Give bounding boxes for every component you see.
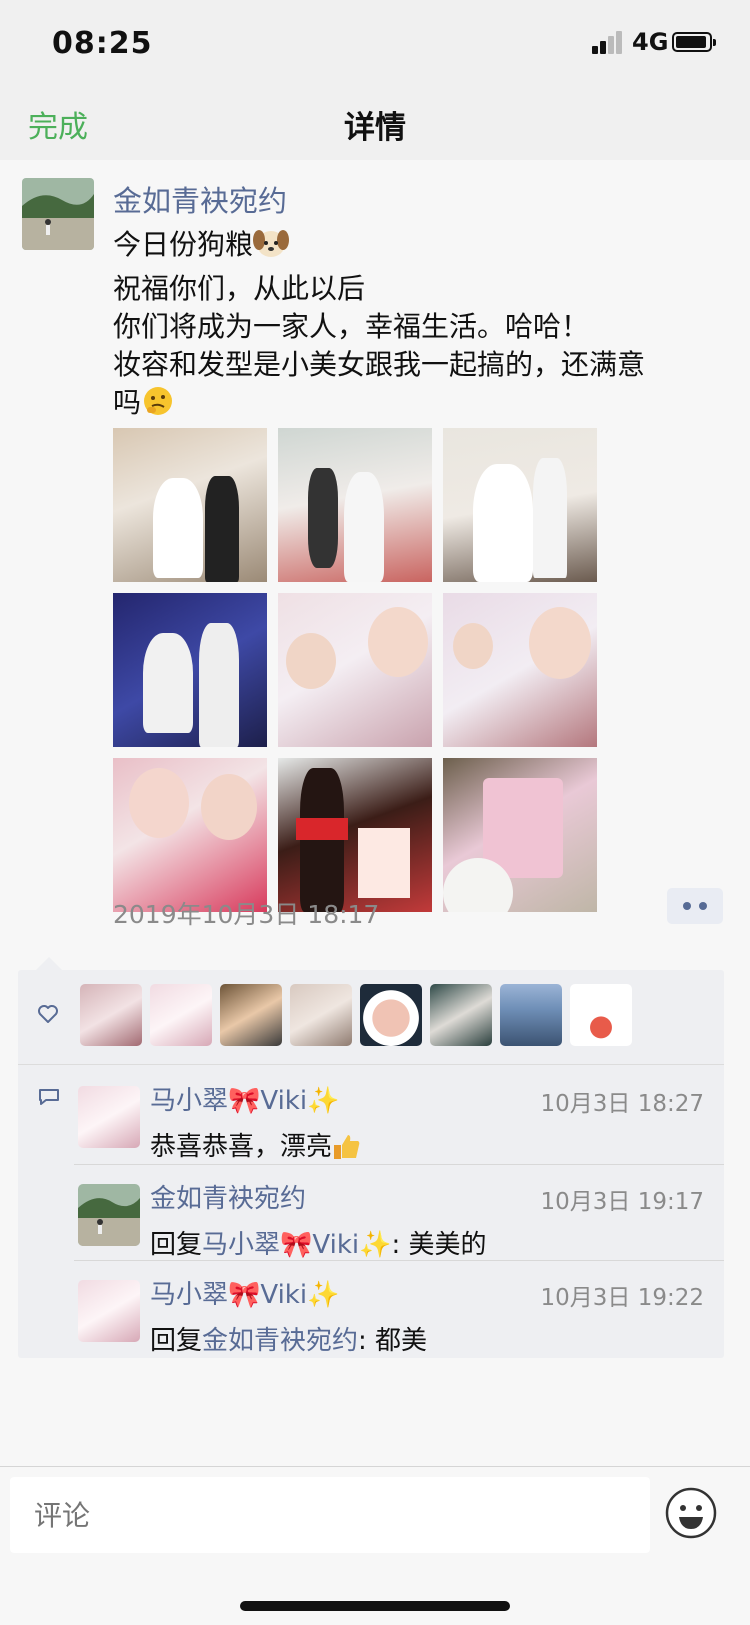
comment-text-body: 恭喜恭喜，漂亮	[150, 1132, 333, 1162]
like-avatar[interactable]	[290, 984, 352, 1046]
comment-time: 10月3日 19:17	[540, 1189, 705, 1215]
like-avatar[interactable]	[80, 984, 142, 1046]
post-photo[interactable]	[113, 758, 267, 912]
interaction-panel: 马小翠🎀Viki✨ 10月3日 18:27 恭喜恭喜，漂亮 金如青袂宛约 10月…	[18, 970, 724, 1358]
post-text-line: 妆容和发型是小美女跟我一起搞的，还满意	[113, 348, 646, 381]
comment-icon	[39, 1089, 59, 1105]
post-photo[interactable]	[113, 428, 267, 582]
more-actions-button[interactable]	[667, 888, 723, 924]
panel-divider	[18, 1064, 724, 1065]
post-photo[interactable]	[278, 428, 432, 582]
post-photo[interactable]	[113, 593, 267, 747]
post-text-line: 今日份狗粮	[113, 228, 254, 261]
like-avatar[interactable]	[220, 984, 282, 1046]
photo-grid	[113, 428, 603, 918]
comment-avatar[interactable]	[78, 1184, 140, 1246]
network-type: 4G	[632, 28, 669, 56]
navigation-bar: 完成 详情	[0, 90, 750, 160]
heart-icon	[38, 1005, 58, 1023]
comment-avatar[interactable]	[78, 1086, 140, 1148]
comment-text-body: : 都美	[358, 1326, 428, 1356]
page-title: 详情	[344, 110, 406, 146]
comment-input[interactable]	[10, 1477, 650, 1553]
like-avatar[interactable]	[500, 984, 562, 1046]
reply-prefix: 回复	[150, 1230, 203, 1260]
reply-to-name[interactable]: 马小翠🎀Viki✨	[202, 1230, 391, 1260]
comment-author[interactable]: 马小翠🎀Viki✨	[150, 1274, 339, 1311]
likes-row	[18, 970, 724, 1064]
author-avatar[interactable]	[22, 178, 94, 250]
reply-prefix: 回复	[150, 1326, 203, 1356]
comment-author[interactable]: 金如青袂宛约	[150, 1178, 306, 1215]
panel-arrow	[36, 957, 62, 970]
post-timestamp: 2019年10月3日 18:17	[113, 900, 380, 929]
emoji-smile-icon[interactable]	[665, 1487, 717, 1539]
moment-post: 金如青袂宛约 今日份狗粮 祝福你们，从此以后 你们将成为一家人，幸福生活。哈哈！…	[0, 160, 750, 1466]
status-time: 08:25	[52, 26, 153, 61]
comment-item[interactable]: 金如青袂宛约 10月3日 19:17 回复马小翠🎀Viki✨: 美美的	[18, 1164, 724, 1260]
comment-text-body: : 美美的	[391, 1230, 487, 1260]
comment-item[interactable]: 马小翠🎀Viki✨ 10月3日 18:27 恭喜恭喜，漂亮	[18, 1066, 724, 1164]
post-text-line: 你们将成为一家人，幸福生活。哈哈！	[113, 310, 590, 343]
signal-icon	[592, 30, 624, 54]
thinking-face-icon	[141, 384, 175, 428]
like-avatar[interactable]	[150, 984, 212, 1046]
comment-item[interactable]: 马小翠🎀Viki✨ 10月3日 19:22 回复金如青袂宛约: 都美	[18, 1260, 724, 1356]
comment-text: 回复金如青袂宛约: 都美	[150, 1320, 427, 1357]
dog-face-icon	[253, 226, 290, 270]
post-photo[interactable]	[278, 593, 432, 747]
post-photo[interactable]	[443, 428, 597, 582]
comment-text: 回复马小翠🎀Viki✨: 美美的	[150, 1224, 487, 1261]
comment-author[interactable]: 马小翠🎀Viki✨	[150, 1080, 339, 1117]
post-author-name[interactable]: 金如青袂宛约	[113, 178, 287, 220]
post-photo[interactable]	[278, 758, 432, 912]
comment-text: 恭喜恭喜，漂亮	[150, 1126, 362, 1168]
post-text: 今日份狗粮 祝福你们，从此以后 你们将成为一家人，幸福生活。哈哈！ 妆容和发型是…	[113, 226, 713, 428]
battery-icon	[672, 32, 716, 52]
home-indicator	[240, 1601, 510, 1611]
reply-to-name[interactable]: 金如青袂宛约	[202, 1326, 358, 1356]
comment-time: 10月3日 19:22	[540, 1285, 705, 1311]
post-photo[interactable]	[443, 593, 597, 747]
post-photo[interactable]	[443, 758, 597, 912]
like-avatar[interactable]	[570, 984, 632, 1046]
status-bar: 08:25 4G	[0, 0, 750, 90]
comment-time: 10月3日 18:27	[540, 1091, 705, 1117]
post-text-line: 吗	[113, 386, 142, 419]
like-avatar[interactable]	[430, 984, 492, 1046]
like-avatar[interactable]	[360, 984, 422, 1046]
thumbs-up-icon	[332, 1133, 362, 1168]
post-text-line: 祝福你们，从此以后	[113, 272, 366, 305]
comment-avatar[interactable]	[78, 1280, 140, 1342]
